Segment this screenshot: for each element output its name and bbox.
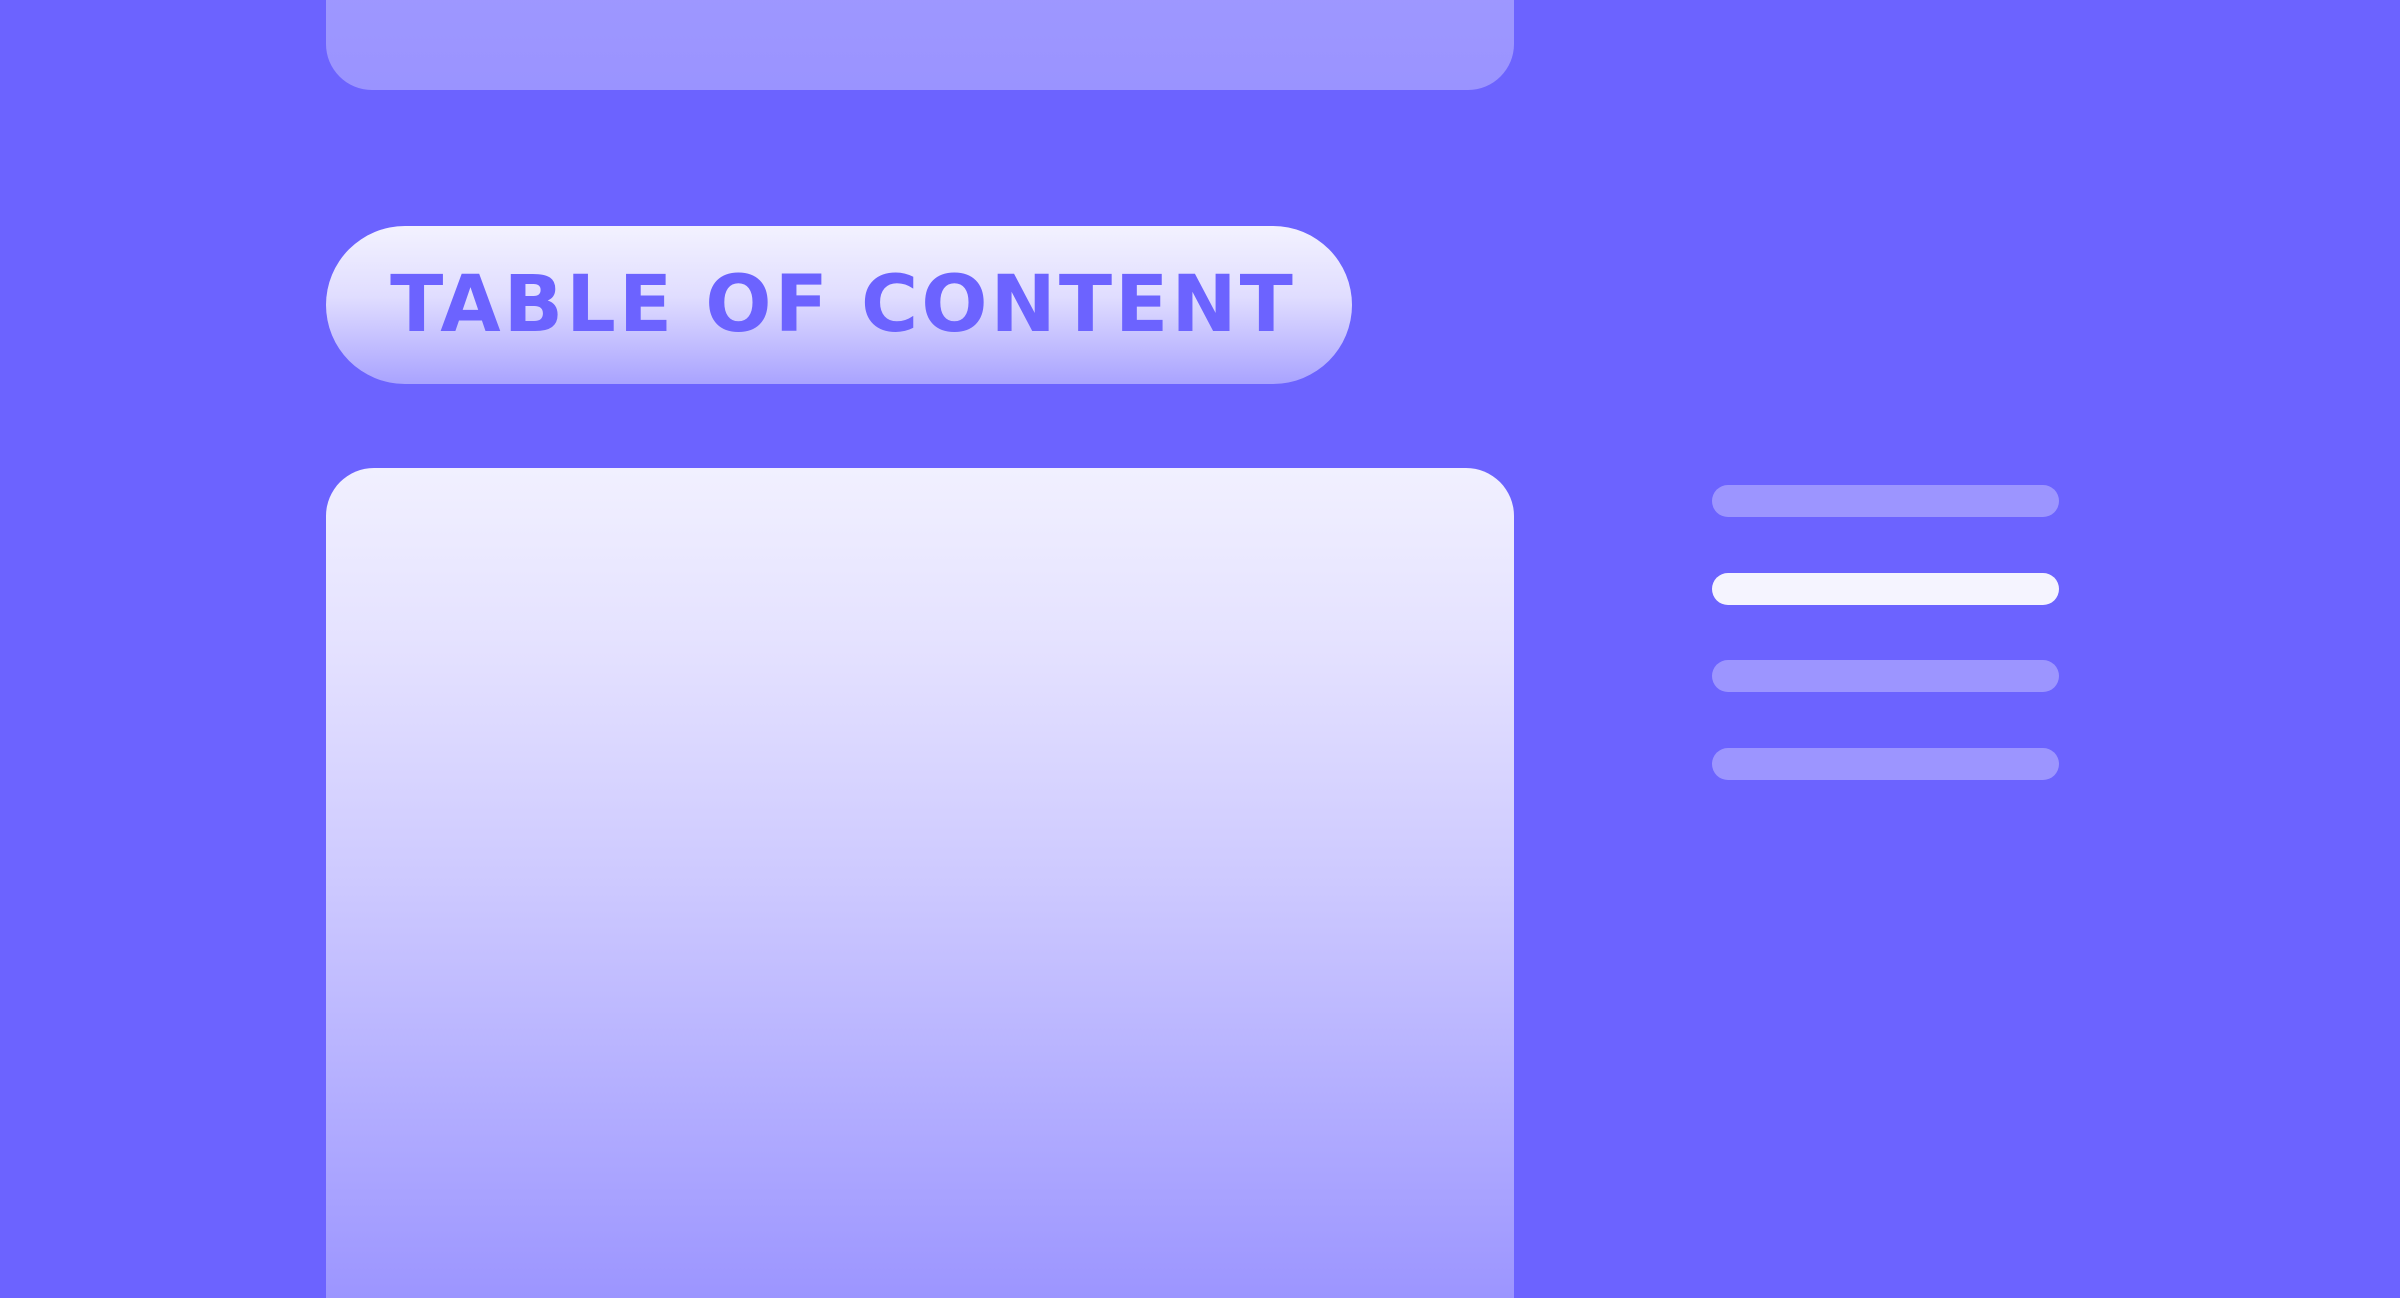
toc-line-item[interactable]: [1712, 660, 2059, 692]
toc-line-item[interactable]: [1712, 748, 2059, 780]
toc-line-item-active[interactable]: [1712, 573, 2059, 605]
content-card: [326, 468, 1514, 1298]
toc-title: TABLE OF CONTENT: [390, 260, 1296, 350]
toc-header-pill: TABLE OF CONTENT: [326, 226, 1352, 384]
toc-line-item[interactable]: [1712, 485, 2059, 517]
top-card: [326, 0, 1514, 90]
